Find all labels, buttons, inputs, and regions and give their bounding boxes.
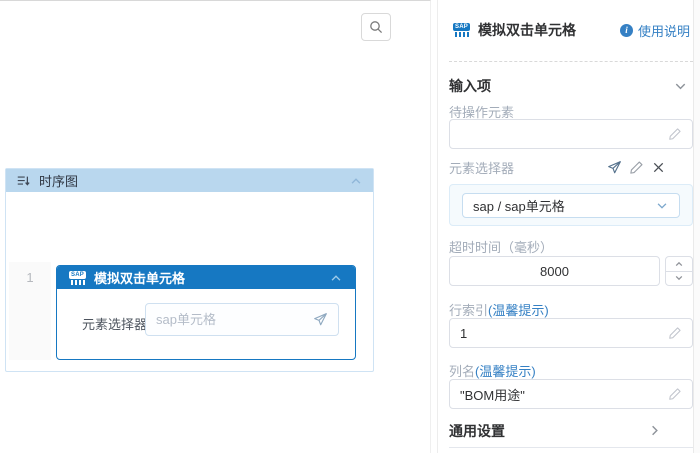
selector-container: sap / sap单元格: [449, 184, 693, 226]
selector-dropdown[interactable]: sap / sap单元格: [462, 193, 680, 218]
dashed-divider: [449, 61, 693, 62]
edit-expression-icon[interactable]: [668, 127, 682, 141]
panel-title: 模拟双击单元格: [478, 20, 576, 40]
sequence-block: 时序图 1 SAP 模拟双击单元: [5, 168, 374, 372]
column-name-label-text: 列名: [449, 364, 475, 379]
edit-expression-icon[interactable]: [668, 326, 682, 340]
app-root: 时序图 1 SAP 模拟双击单元: [0, 0, 700, 453]
timeout-field[interactable]: [449, 256, 660, 286]
sap-activity-icon: SAP: [69, 271, 86, 285]
sequence-block-body: 1 SAP 模拟双击单元格: [6, 192, 373, 371]
timeout-input[interactable]: [460, 264, 649, 279]
help-label: 使用说明: [638, 21, 690, 40]
activity-card[interactable]: SAP 模拟双击单元格 元素选择器: [56, 265, 356, 360]
help-link[interactable]: i 使用说明: [620, 21, 690, 40]
panel-scrollbar[interactable]: [693, 0, 700, 453]
collapse-up-icon[interactable]: [349, 174, 363, 188]
edit-expression-icon[interactable]: [668, 387, 682, 401]
activity-card-header[interactable]: SAP 模拟双击单元格: [57, 266, 355, 289]
properties-panel: SAP 模拟双击单元格 i 使用说明 输入项 待操作元素: [437, 0, 700, 453]
section-divider: [449, 447, 693, 448]
row-index-input[interactable]: [460, 326, 668, 341]
sequence-block-title: 时序图: [39, 171, 78, 190]
selector-toolbar: [607, 160, 666, 175]
info-icon: i: [620, 24, 633, 37]
section-general-title: 通用设置: [449, 421, 505, 441]
pick-element-icon[interactable]: [607, 160, 622, 175]
row-gutter: 1: [9, 262, 51, 360]
stepper-down-button[interactable]: [666, 272, 692, 286]
selector-field[interactable]: [145, 303, 339, 336]
selector-field-label: 元素选择器: [82, 314, 147, 333]
activity-card-title: 模拟双击单元格: [94, 268, 185, 287]
section-inputs[interactable]: 输入项: [449, 76, 692, 96]
column-name-field[interactable]: [449, 379, 693, 409]
row-index-label: 行索引(温馨提示): [449, 300, 549, 319]
sap-activity-icon: SAP: [453, 23, 470, 37]
target-element-input[interactable]: [460, 127, 668, 142]
target-element-field[interactable]: [449, 119, 693, 149]
clear-selector-icon[interactable]: [651, 160, 666, 175]
chevron-down-icon: [655, 199, 669, 213]
chevron-right-icon[interactable]: [647, 423, 662, 438]
collapse-up-icon[interactable]: [329, 271, 343, 285]
flow-canvas: 时序图 1 SAP 模拟双击单元: [0, 0, 431, 453]
row-index-label-text: 行索引: [449, 303, 488, 318]
column-name-label: 列名(温馨提示): [449, 361, 536, 380]
activity-card-body: 元素选择器: [57, 289, 355, 359]
timeout-label: 超时时间（毫秒）: [449, 237, 553, 256]
timeout-stepper: [665, 256, 693, 286]
column-name-input[interactable]: [460, 387, 668, 402]
stepper-up-button[interactable]: [666, 257, 692, 272]
sequence-icon: [16, 174, 30, 188]
search-button[interactable]: [361, 13, 391, 41]
row-number: 1: [26, 270, 33, 285]
chevron-down-icon[interactable]: [673, 79, 688, 94]
row-index-field[interactable]: [449, 318, 693, 348]
row-index-hint: (温馨提示): [488, 303, 549, 318]
edit-selector-icon[interactable]: [629, 160, 644, 175]
selector-dropdown-value: sap / sap单元格: [473, 196, 565, 215]
selector-field-input[interactable]: [156, 312, 313, 327]
section-inputs-title: 输入项: [449, 76, 491, 96]
sequence-block-header[interactable]: 时序图: [6, 169, 373, 192]
section-general-settings[interactable]: 通用设置: [449, 421, 692, 441]
column-name-hint: (温馨提示): [475, 364, 536, 379]
selector-label: 元素选择器: [449, 158, 514, 177]
pick-element-icon[interactable]: [313, 312, 328, 327]
search-icon: [368, 19, 384, 35]
panel-header: SAP 模拟双击单元格 i 使用说明: [453, 20, 690, 40]
